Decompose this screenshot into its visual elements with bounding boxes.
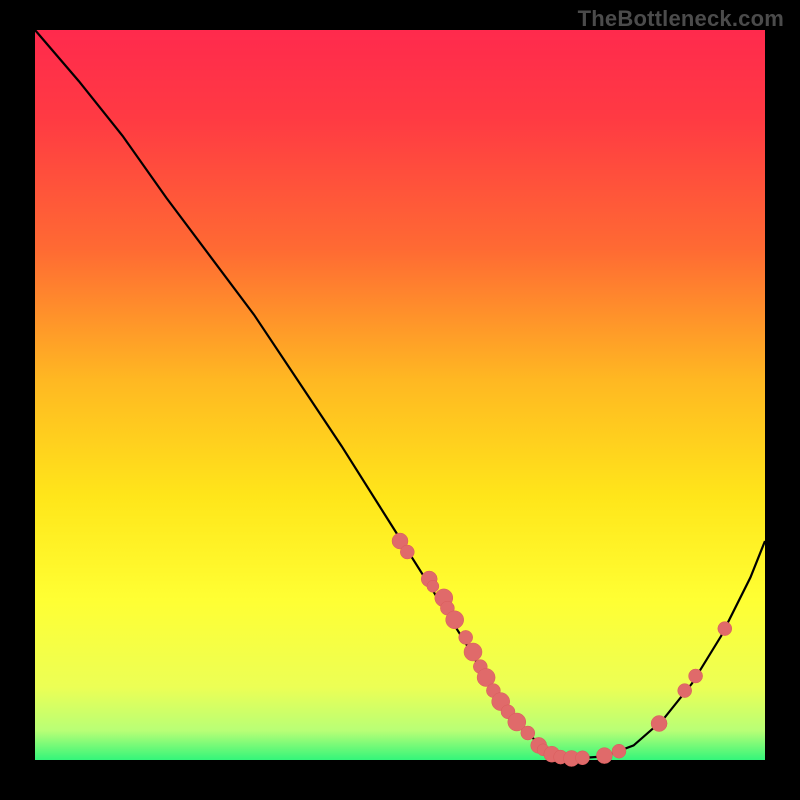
chart-stage: TheBottleneck.com xyxy=(0,0,800,800)
curve-marker xyxy=(576,751,590,765)
curve-marker xyxy=(678,684,692,698)
curve-marker xyxy=(718,622,732,636)
curve-marker xyxy=(596,748,612,764)
plot-background xyxy=(35,30,765,760)
curve-marker xyxy=(651,716,667,732)
curve-marker xyxy=(446,611,464,629)
bottleneck-curve-chart xyxy=(0,0,800,800)
curve-marker xyxy=(459,630,473,644)
curve-marker xyxy=(400,545,414,559)
watermark-text: TheBottleneck.com xyxy=(578,6,784,32)
curve-marker xyxy=(427,580,439,592)
curve-marker xyxy=(521,726,535,740)
curve-marker xyxy=(612,744,626,758)
curve-marker xyxy=(689,669,703,683)
curve-marker xyxy=(464,643,482,661)
